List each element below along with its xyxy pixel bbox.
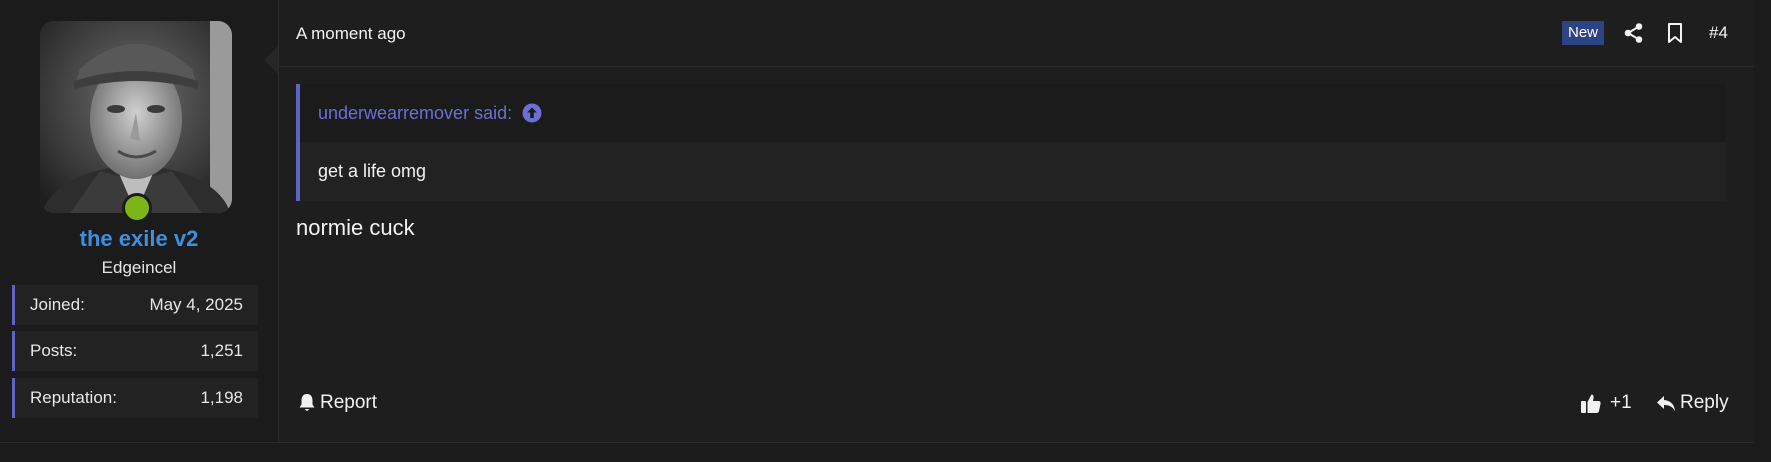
report-button[interactable]: Report bbox=[298, 392, 377, 414]
share-icon[interactable] bbox=[1623, 22, 1645, 44]
stat-label: Joined: bbox=[30, 295, 85, 314]
stat-label: Posts: bbox=[30, 341, 78, 360]
stat-value: 1,251 bbox=[200, 341, 243, 360]
reply-label: Reply bbox=[1680, 392, 1729, 413]
user-title: Edgeincel bbox=[101, 258, 177, 277]
post-header: A moment ago New #4 bbox=[279, 0, 1754, 67]
reply-button[interactable]: Reply bbox=[1656, 392, 1729, 414]
online-status-indicator bbox=[122, 193, 152, 223]
speech-arrow bbox=[264, 46, 278, 74]
quote-author[interactable]: underwearremover said: bbox=[318, 103, 512, 124]
bell-icon bbox=[299, 394, 315, 411]
quote-block: underwearremover said: get a life omg bbox=[296, 84, 1726, 201]
post-timestamp[interactable]: A moment ago bbox=[296, 24, 406, 44]
quote-content: get a life omg bbox=[300, 142, 1726, 201]
stat-label: Reputation: bbox=[30, 388, 117, 407]
stat-reputation: Reputation: 1,198 bbox=[12, 378, 258, 418]
username-link[interactable]: the exile v2 bbox=[0, 226, 278, 252]
post-content: A moment ago New #4 underwearremover sai… bbox=[279, 0, 1754, 442]
like-count: +1 bbox=[1610, 392, 1632, 413]
arrow-up-circle-icon[interactable] bbox=[522, 103, 542, 123]
report-label: Report bbox=[320, 392, 378, 413]
bookmark-icon[interactable] bbox=[1664, 22, 1686, 44]
stat-joined: Joined: May 4, 2025 bbox=[12, 285, 258, 325]
stat-value: May 4, 2025 bbox=[149, 295, 243, 314]
thumbs-up-icon bbox=[1581, 394, 1601, 413]
like-button[interactable]: +1 bbox=[1580, 392, 1632, 414]
stat-posts: Posts: 1,251 bbox=[12, 331, 258, 371]
avatar-image bbox=[40, 21, 232, 213]
user-info-panel: the exile v2 Edgeincel Joined: May 4, 20… bbox=[0, 0, 279, 442]
avatar[interactable] bbox=[40, 21, 232, 213]
stat-value: 1,198 bbox=[200, 388, 243, 407]
post-number-link[interactable]: #4 bbox=[1709, 23, 1728, 43]
reply-arrow-icon bbox=[1657, 396, 1675, 411]
quote-header[interactable]: underwearremover said: bbox=[300, 84, 1726, 142]
post-message: normie cuck bbox=[296, 215, 415, 240]
forum-post: the exile v2 Edgeincel Joined: May 4, 20… bbox=[0, 0, 1754, 443]
new-badge: New bbox=[1562, 21, 1605, 45]
